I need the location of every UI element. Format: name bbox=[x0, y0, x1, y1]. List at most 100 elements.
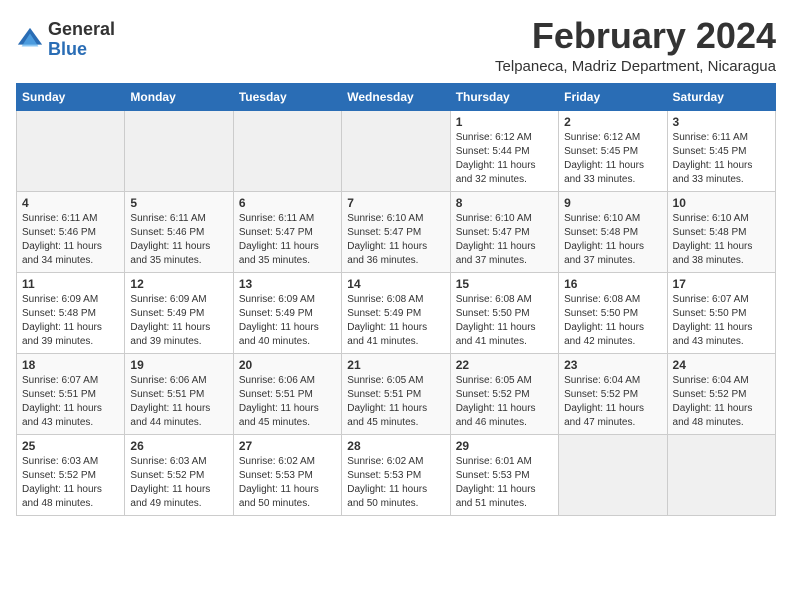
calendar-cell: 1Sunrise: 6:12 AM Sunset: 5:44 PM Daylig… bbox=[450, 110, 558, 191]
day-number: 11 bbox=[22, 277, 119, 291]
calendar-cell: 5 Sunrise: 6:11 AM Sunset: 5:46 PM Daylig… bbox=[125, 191, 233, 272]
day-number: 29 bbox=[456, 439, 553, 453]
day-number: 15 bbox=[456, 277, 553, 291]
calendar-cell bbox=[342, 110, 450, 191]
day-info: Sunrise: 6:10 AM Sunset: 5:47 PM Dayligh… bbox=[347, 212, 444, 268]
calendar-cell: 27 Sunrise: 6:02 AM Sunset: 5:53 PM Dayli… bbox=[233, 434, 341, 515]
day-info: Sunrise: 6:09 AM Sunset: 5:48 PM Dayligh… bbox=[22, 293, 119, 349]
day-number: 4 bbox=[22, 196, 119, 210]
header-day-monday: Monday bbox=[125, 83, 233, 110]
day-number: 10 bbox=[673, 196, 770, 210]
logo-icon bbox=[16, 26, 44, 54]
day-number: 5 bbox=[130, 196, 227, 210]
day-number: 7 bbox=[347, 196, 444, 210]
day-number: 18 bbox=[22, 358, 119, 372]
day-info: Sunrise: 6:12 AM Sunset: 5:45 PM Dayligh… bbox=[564, 131, 661, 187]
logo: General Blue bbox=[16, 20, 115, 60]
day-info: Sunrise: 6:01 AM Sunset: 5:53 PM Dayligh… bbox=[456, 455, 553, 511]
day-info: Sunrise: 6:04 AM Sunset: 5:52 PM Dayligh… bbox=[673, 374, 770, 430]
calendar-cell: 18 Sunrise: 6:07 AM Sunset: 5:51 PM Dayli… bbox=[17, 353, 125, 434]
calendar-cell: 22 Sunrise: 6:05 AM Sunset: 5:52 PM Dayli… bbox=[450, 353, 558, 434]
day-number: 2 bbox=[564, 115, 661, 129]
logo-blue: Blue bbox=[48, 39, 87, 59]
header-day-tuesday: Tuesday bbox=[233, 83, 341, 110]
calendar-week-row: 11 Sunrise: 6:09 AM Sunset: 5:48 PM Dayli… bbox=[17, 272, 776, 353]
day-info: Sunrise: 6:09 AM Sunset: 5:49 PM Dayligh… bbox=[239, 293, 336, 349]
calendar-cell bbox=[17, 110, 125, 191]
calendar-cell: 2 Sunrise: 6:12 AM Sunset: 5:45 PM Daylig… bbox=[559, 110, 667, 191]
day-info: Sunrise: 6:03 AM Sunset: 5:52 PM Dayligh… bbox=[130, 455, 227, 511]
day-number: 22 bbox=[456, 358, 553, 372]
day-info: Sunrise: 6:07 AM Sunset: 5:51 PM Dayligh… bbox=[22, 374, 119, 430]
calendar-cell: 26Sunrise: 6:03 AM Sunset: 5:52 PM Dayli… bbox=[125, 434, 233, 515]
day-number: 17 bbox=[673, 277, 770, 291]
calendar-cell: 17 Sunrise: 6:07 AM Sunset: 5:50 PM Dayli… bbox=[667, 272, 775, 353]
calendar-cell: 14 Sunrise: 6:08 AM Sunset: 5:49 PM Dayli… bbox=[342, 272, 450, 353]
header-day-saturday: Saturday bbox=[667, 83, 775, 110]
day-number: 8 bbox=[456, 196, 553, 210]
day-info: Sunrise: 6:05 AM Sunset: 5:51 PM Dayligh… bbox=[347, 374, 444, 430]
calendar-cell: 28 Sunrise: 6:02 AM Sunset: 5:53 PM Dayli… bbox=[342, 434, 450, 515]
day-number: 6 bbox=[239, 196, 336, 210]
header: General Blue February 2024 Telpaneca, Ma… bbox=[16, 16, 776, 75]
day-number: 20 bbox=[239, 358, 336, 372]
calendar-week-row: 25 Sunrise: 6:03 AM Sunset: 5:52 PM Dayli… bbox=[17, 434, 776, 515]
day-info: Sunrise: 6:10 AM Sunset: 5:48 PM Dayligh… bbox=[673, 212, 770, 268]
calendar-header-row: SundayMondayTuesdayWednesdayThursdayFrid… bbox=[17, 83, 776, 110]
calendar-cell bbox=[233, 110, 341, 191]
calendar-cell: 15 Sunrise: 6:08 AM Sunset: 5:50 PM Dayli… bbox=[450, 272, 558, 353]
calendar-cell: 8 Sunrise: 6:10 AM Sunset: 5:47 PM Daylig… bbox=[450, 191, 558, 272]
logo-text: General Blue bbox=[48, 20, 115, 60]
header-day-thursday: Thursday bbox=[450, 83, 558, 110]
day-info: Sunrise: 6:05 AM Sunset: 5:52 PM Dayligh… bbox=[456, 374, 553, 430]
calendar-table: SundayMondayTuesdayWednesdayThursdayFrid… bbox=[16, 83, 776, 516]
day-number: 25 bbox=[22, 439, 119, 453]
calendar-cell: 10 Sunrise: 6:10 AM Sunset: 5:48 PM Dayli… bbox=[667, 191, 775, 272]
calendar-cell: 9 Sunrise: 6:10 AM Sunset: 5:48 PM Daylig… bbox=[559, 191, 667, 272]
calendar-cell: 13 Sunrise: 6:09 AM Sunset: 5:49 PM Dayli… bbox=[233, 272, 341, 353]
logo-general: General bbox=[48, 19, 115, 39]
day-number: 9 bbox=[564, 196, 661, 210]
header-day-friday: Friday bbox=[559, 83, 667, 110]
day-info: Sunrise: 6:11 AM Sunset: 5:45 PM Dayligh… bbox=[673, 131, 770, 187]
day-info: Sunrise: 6:11 AM Sunset: 5:46 PM Dayligh… bbox=[130, 212, 227, 268]
day-number: 28 bbox=[347, 439, 444, 453]
calendar-title: February 2024 bbox=[495, 16, 776, 56]
calendar-cell: 3Sunrise: 6:11 AM Sunset: 5:45 PM Daylig… bbox=[667, 110, 775, 191]
day-info: Sunrise: 6:10 AM Sunset: 5:47 PM Dayligh… bbox=[456, 212, 553, 268]
day-number: 27 bbox=[239, 439, 336, 453]
calendar-cell: 21Sunrise: 6:05 AM Sunset: 5:51 PM Dayli… bbox=[342, 353, 450, 434]
calendar-cell: 20 Sunrise: 6:06 AM Sunset: 5:51 PM Dayli… bbox=[233, 353, 341, 434]
calendar-cell: 12Sunrise: 6:09 AM Sunset: 5:49 PM Dayli… bbox=[125, 272, 233, 353]
day-info: Sunrise: 6:07 AM Sunset: 5:50 PM Dayligh… bbox=[673, 293, 770, 349]
calendar-week-row: 4 Sunrise: 6:11 AM Sunset: 5:46 PM Daylig… bbox=[17, 191, 776, 272]
day-info: Sunrise: 6:04 AM Sunset: 5:52 PM Dayligh… bbox=[564, 374, 661, 430]
day-number: 13 bbox=[239, 277, 336, 291]
day-info: Sunrise: 6:11 AM Sunset: 5:46 PM Dayligh… bbox=[22, 212, 119, 268]
calendar-cell bbox=[125, 110, 233, 191]
calendar-cell bbox=[667, 434, 775, 515]
day-info: Sunrise: 6:06 AM Sunset: 5:51 PM Dayligh… bbox=[130, 374, 227, 430]
day-number: 23 bbox=[564, 358, 661, 372]
day-info: Sunrise: 6:08 AM Sunset: 5:50 PM Dayligh… bbox=[456, 293, 553, 349]
calendar-week-row: 1Sunrise: 6:12 AM Sunset: 5:44 PM Daylig… bbox=[17, 110, 776, 191]
calendar-cell: 23 Sunrise: 6:04 AM Sunset: 5:52 PM Dayli… bbox=[559, 353, 667, 434]
day-info: Sunrise: 6:02 AM Sunset: 5:53 PM Dayligh… bbox=[347, 455, 444, 511]
day-info: Sunrise: 6:10 AM Sunset: 5:48 PM Dayligh… bbox=[564, 212, 661, 268]
calendar-cell: 16 Sunrise: 6:08 AM Sunset: 5:50 PM Dayli… bbox=[559, 272, 667, 353]
day-info: Sunrise: 6:08 AM Sunset: 5:49 PM Dayligh… bbox=[347, 293, 444, 349]
day-number: 14 bbox=[347, 277, 444, 291]
calendar-week-row: 18 Sunrise: 6:07 AM Sunset: 5:51 PM Dayli… bbox=[17, 353, 776, 434]
day-info: Sunrise: 6:06 AM Sunset: 5:51 PM Dayligh… bbox=[239, 374, 336, 430]
calendar-cell: 19Sunrise: 6:06 AM Sunset: 5:51 PM Dayli… bbox=[125, 353, 233, 434]
day-info: Sunrise: 6:11 AM Sunset: 5:47 PM Dayligh… bbox=[239, 212, 336, 268]
day-info: Sunrise: 6:08 AM Sunset: 5:50 PM Dayligh… bbox=[564, 293, 661, 349]
calendar-cell: 11 Sunrise: 6:09 AM Sunset: 5:48 PM Dayli… bbox=[17, 272, 125, 353]
day-number: 16 bbox=[564, 277, 661, 291]
calendar-cell bbox=[559, 434, 667, 515]
header-day-sunday: Sunday bbox=[17, 83, 125, 110]
day-number: 1 bbox=[456, 115, 553, 129]
calendar-cell: 6 Sunrise: 6:11 AM Sunset: 5:47 PM Daylig… bbox=[233, 191, 341, 272]
day-info: Sunrise: 6:02 AM Sunset: 5:53 PM Dayligh… bbox=[239, 455, 336, 511]
calendar-cell: 7 Sunrise: 6:10 AM Sunset: 5:47 PM Daylig… bbox=[342, 191, 450, 272]
